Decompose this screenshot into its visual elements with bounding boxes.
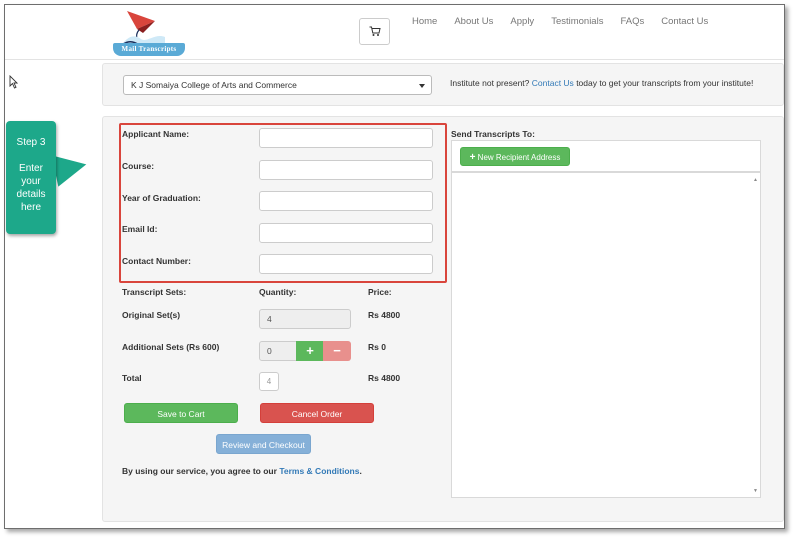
institute-note-prefix: Institute not present? (450, 78, 530, 88)
institute-select[interactable]: K J Somaiya College of Arts and Commerce (123, 75, 432, 95)
nav-apply[interactable]: Apply (510, 16, 534, 27)
scroll-down-icon[interactable]: ▼ (753, 488, 758, 494)
year-of-graduation-input[interactable] (259, 191, 433, 211)
cancel-order-button[interactable]: Cancel Order (260, 403, 374, 423)
contact-number-input[interactable] (259, 254, 433, 274)
caret-down-icon (419, 84, 425, 88)
cart-button[interactable] (359, 18, 390, 45)
additional-sets-qty[interactable]: 0 (259, 341, 297, 361)
terms-prefix: By using our service, you agree to our (122, 466, 277, 476)
callout-line: here (20, 202, 41, 213)
terms-link[interactable]: Terms & Conditions (279, 466, 359, 476)
browser-frame: Mail Transcripts Home About Us Apply Tes… (4, 4, 785, 529)
additional-sets-label: Additional Sets (Rs 600) (122, 342, 220, 352)
nav-about-us[interactable]: About Us (454, 16, 493, 27)
decrement-button[interactable]: − (323, 341, 351, 361)
new-recipient-label: New Recipient Address (477, 153, 561, 162)
new-recipient-button[interactable]: + New Recipient Address (460, 147, 570, 166)
callout-line: Enter (19, 163, 43, 174)
email-input[interactable] (259, 223, 433, 243)
total-label: Total (122, 373, 142, 383)
mouse-cursor-icon (9, 75, 18, 89)
institute-note: Institute not present? Contact Us today … (450, 78, 753, 88)
original-sets-qty: 4 (259, 309, 351, 329)
cart-icon (369, 26, 381, 36)
callout-line: your (21, 176, 41, 187)
transcript-sets-header: Transcript Sets: (122, 287, 187, 297)
institute-note-suffix: today to get your transcripts from your … (576, 78, 754, 88)
year-of-graduation-label: Year of Graduation: (122, 193, 201, 203)
nav-faqs[interactable]: FAQs (620, 16, 644, 27)
review-checkout-button[interactable]: Review and Checkout (216, 434, 311, 454)
additional-sets-price: Rs 0 (368, 342, 386, 352)
institute-selected: K J Somaiya College of Arts and Commerce (131, 80, 297, 90)
quantity-header: Quantity: (259, 287, 297, 297)
plus-icon: + (469, 152, 476, 163)
applicant-name-label: Applicant Name: (122, 129, 190, 139)
email-label: Email Id: (122, 224, 158, 234)
step-callout: Step 3 Enter your details here (6, 121, 56, 234)
original-sets-price: Rs 4800 (368, 310, 401, 320)
callout-step: Step 3 (16, 137, 46, 148)
course-label: Course: (122, 161, 155, 171)
scroll-up-icon[interactable]: ▲ (753, 177, 758, 183)
total-price: Rs 4800 (368, 373, 401, 383)
logo-text: Mail Transcripts (113, 43, 185, 56)
price-header: Price: (368, 287, 392, 297)
callout-line: details (16, 189, 46, 200)
nav-testimonials[interactable]: Testimonials (551, 16, 603, 27)
callout-arrow (51, 148, 90, 187)
course-input[interactable] (259, 160, 433, 180)
recipient-list-box[interactable]: ▲ ▼ (451, 172, 761, 498)
main-nav: Home About Us Apply Testimonials FAQs Co… (412, 16, 725, 27)
contact-number-label: Contact Number: (122, 256, 191, 266)
callout-desc: Enter your details here (6, 162, 56, 214)
send-transcripts-heading: Send Transcripts To: (451, 129, 535, 139)
terms-note: By using our service, you agree to our T… (122, 466, 362, 476)
site-header: Mail Transcripts Home About Us Apply Tes… (5, 5, 784, 60)
terms-suffix: . (359, 466, 362, 476)
nav-home[interactable]: Home (412, 16, 437, 27)
institute-panel: K J Somaiya College of Arts and Commerce… (102, 63, 784, 106)
nav-contact-us[interactable]: Contact Us (661, 16, 708, 27)
increment-button[interactable]: + (296, 341, 324, 361)
save-to-cart-button[interactable]: Save to Cart (124, 403, 238, 423)
total-qty: 4 (259, 372, 279, 391)
applicant-name-input[interactable] (259, 128, 433, 148)
contact-us-link[interactable]: Contact Us (532, 78, 574, 88)
original-sets-label: Original Set(s) (122, 310, 181, 320)
